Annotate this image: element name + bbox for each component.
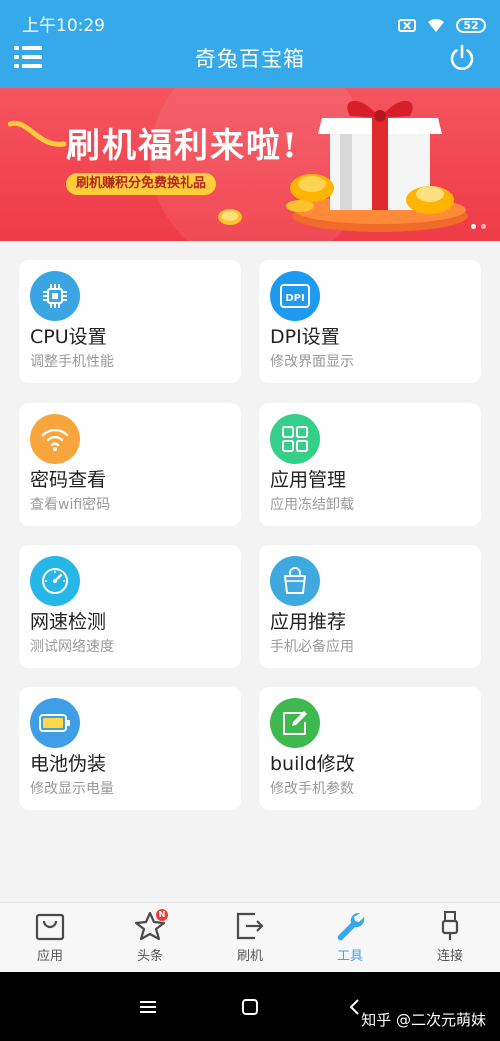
wrench-icon <box>337 912 365 941</box>
bag-icon <box>35 913 65 941</box>
banner-pagination <box>471 224 486 229</box>
status-bar: 上午10:29 52 <box>0 0 500 36</box>
promo-banner[interactable]: 刷机福利来啦! 刷机赚积分免费换礼品 <box>0 88 500 241</box>
tool-desc: 测试网络速度 <box>30 639 114 655</box>
title-bar: 奇兔百宝箱 <box>0 34 500 88</box>
tool-name: 应用管理 <box>270 469 347 491</box>
dpi-icon: DPI <box>280 284 310 308</box>
tool-card-speed-test[interactable]: 网速检测 测试网络速度 <box>19 545 241 668</box>
power-icon[interactable] <box>448 44 476 72</box>
tool-card-wifi-password[interactable]: 密码查看 查看wifi密码 <box>19 403 241 526</box>
tool-card-battery-spoof[interactable]: 电池伪装 修改显示电量 <box>19 687 241 810</box>
tool-icon-bg <box>270 414 320 464</box>
nav-label: 工具 <box>336 949 363 964</box>
coin-decoration-icon <box>218 209 242 225</box>
bottom-nav: 应用 N 头条 刷机 工具 连接 <box>0 902 500 972</box>
tool-desc: 修改界面显示 <box>270 354 354 370</box>
tool-card-cpu[interactable]: CPU设置 调整手机性能 <box>19 260 241 383</box>
nav-label: 头条 <box>136 949 163 964</box>
tool-desc: 调整手机性能 <box>30 354 114 370</box>
tool-desc: 查看wifi密码 <box>30 497 111 513</box>
battery-icon <box>39 714 70 732</box>
grid-icon <box>282 426 308 452</box>
edit-icon <box>283 711 307 735</box>
tool-card-app-manager[interactable]: 应用管理 应用冻结卸载 <box>259 403 481 526</box>
system-nav-bar: 知乎 @二次元萌妹 <box>0 972 500 1041</box>
tool-icon-bg <box>30 414 80 464</box>
tool-icon-bg <box>30 698 80 748</box>
wifi-signal-icon <box>428 18 444 32</box>
cpu-icon <box>43 284 67 308</box>
tool-icon-bg <box>30 556 80 606</box>
tool-name: 电池伪装 <box>30 753 107 775</box>
tool-desc: 应用冻结卸载 <box>270 497 354 513</box>
svg-text:DPI: DPI <box>285 293 304 304</box>
tool-card-build-edit[interactable]: build修改 修改手机参数 <box>259 687 481 810</box>
tool-name: 网速检测 <box>30 611 107 633</box>
gift-box-icon <box>286 100 468 232</box>
export-icon <box>236 912 264 940</box>
banner-subtitle: 刷机赚积分免费换礼品 <box>66 173 217 195</box>
new-badge: N <box>156 909 168 921</box>
nav-item-flash[interactable]: 刷机 <box>200 903 300 973</box>
nav-item-apps[interactable]: 应用 <box>0 903 100 973</box>
shopping-bag-icon <box>284 567 306 594</box>
ribbon-decoration-icon <box>8 120 67 147</box>
tool-name: 密码查看 <box>30 469 107 491</box>
tool-card-dpi[interactable]: DPI DPI设置 修改界面显示 <box>259 260 481 383</box>
nav-label: 连接 <box>436 949 463 964</box>
home-icon[interactable] <box>240 998 260 1016</box>
watermark: 知乎 @二次元萌妹 <box>361 1011 486 1029</box>
recent-apps-icon[interactable] <box>138 998 158 1016</box>
tool-icon-bg <box>270 698 320 748</box>
wifi-icon <box>41 428 69 451</box>
status-icons: 52 <box>398 17 486 33</box>
page-title: 奇兔百宝箱 <box>195 47 305 71</box>
app-header: 上午10:29 52 奇兔百宝箱 <box>0 0 500 88</box>
nav-item-tools[interactable]: 工具 <box>300 903 400 973</box>
status-time: 上午10:29 <box>22 16 105 36</box>
tool-name: CPU设置 <box>30 326 107 348</box>
tool-icon-bg <box>270 556 320 606</box>
tool-icon-bg: DPI <box>270 271 320 321</box>
tool-card-app-recommend[interactable]: 应用推荐 手机必备应用 <box>259 545 481 668</box>
banner-dot[interactable] <box>481 224 486 229</box>
usb-icon <box>441 911 459 940</box>
nav-item-connect[interactable]: 连接 <box>400 903 500 973</box>
tool-icon-bg <box>30 271 80 321</box>
banner-dot[interactable] <box>471 224 476 229</box>
no-sim-icon <box>398 18 416 32</box>
tool-desc: 手机必备应用 <box>270 639 354 655</box>
tool-name: build修改 <box>270 753 355 775</box>
banner-headline: 刷机福利来啦! <box>66 126 299 166</box>
tool-desc: 修改手机参数 <box>270 781 354 797</box>
tool-name: 应用推荐 <box>270 611 347 633</box>
nav-label: 刷机 <box>236 949 263 964</box>
nav-label: 应用 <box>36 949 63 964</box>
tool-desc: 修改显示电量 <box>30 781 114 797</box>
nav-item-headlines[interactable]: N 头条 <box>100 903 200 973</box>
battery-indicator: 52 <box>456 17 486 33</box>
speedometer-icon <box>42 568 68 594</box>
tool-name: DPI设置 <box>270 326 340 348</box>
